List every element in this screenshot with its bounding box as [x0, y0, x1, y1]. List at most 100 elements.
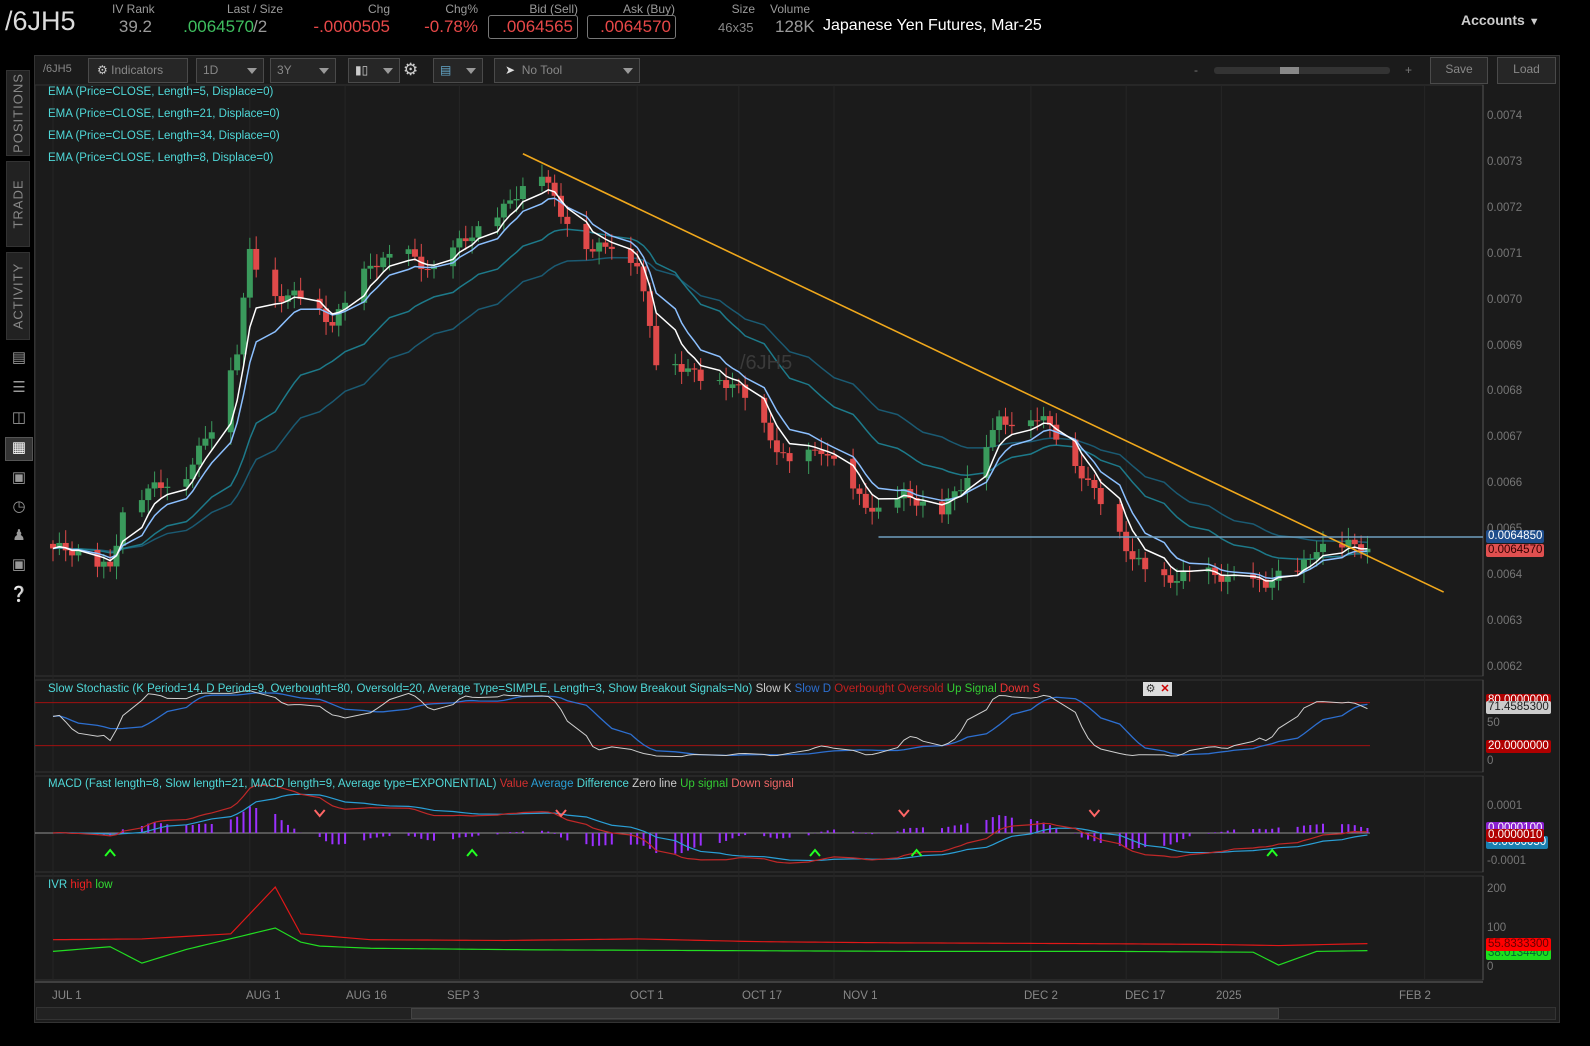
period-dropdown[interactable]: 3Y	[270, 58, 336, 83]
date-tick: OCT 1	[630, 990, 664, 1002]
macd-title: MACD (Fast length=8, Slow length=21, MAC…	[48, 778, 497, 790]
horizontal-scrollbar[interactable]	[36, 1007, 1556, 1020]
chart-style-dropdown[interactable]: ▮▯	[348, 58, 400, 83]
grid-icon[interactable]: ▣	[9, 468, 29, 488]
calendar-icon[interactable]: ▣	[9, 555, 29, 575]
load-button[interactable]: Load	[1497, 57, 1556, 84]
zoom-slider[interactable]	[1214, 67, 1390, 74]
legend-down-signal: Down signal	[731, 778, 794, 790]
history-icon[interactable]: ◷	[9, 497, 29, 517]
legend-overbought: Overbought	[834, 683, 895, 695]
watchlist-icon[interactable]: ☰	[9, 378, 29, 398]
macd-legend[interactable]: MACD (Fast length=8, Slow length=21, MAC…	[48, 778, 794, 790]
community-icon[interactable]: ♟	[9, 526, 29, 546]
ivr-high-tag: 55.8333300	[1486, 938, 1551, 951]
legend-zero-line: Zero line	[632, 778, 677, 790]
tv-icon[interactable]: ◫	[9, 408, 29, 428]
help-icon[interactable]: ❔	[9, 585, 29, 605]
date-tick: NOV 1	[843, 990, 878, 1002]
date-tick: SEP 3	[447, 990, 480, 1002]
toolbar-symbol: /6JH5	[43, 63, 72, 75]
ivr-tick-200: 200	[1487, 883, 1507, 895]
legend-low: low	[95, 879, 113, 891]
ema21-legend[interactable]: EMA (Price=CLOSE, Length=21, Displace=0)	[48, 108, 280, 120]
tab-positions[interactable]: POSITIONS	[6, 70, 30, 156]
gear-icon[interactable]: ⚙	[1143, 682, 1158, 696]
chart-container[interactable]	[34, 55, 1560, 1023]
legend-average: Average	[530, 778, 574, 790]
price-tick: 0.0072	[1487, 201, 1523, 214]
date-tick: AUG 16	[346, 990, 387, 1002]
size-label: Size	[731, 2, 755, 16]
price-tick: 0.0069	[1487, 339, 1523, 352]
legend-up-signal: Up Signal	[946, 683, 997, 695]
date-tick: FEB 2	[1399, 990, 1431, 1002]
chevron-down-icon	[247, 68, 257, 74]
ivr-tick-0: 0	[1487, 961, 1494, 973]
close-icon[interactable]: ✕	[1158, 682, 1172, 696]
drawing-set-dropdown[interactable]: ▤	[433, 58, 483, 83]
aggregation-value: 1D	[203, 63, 219, 77]
legend-high: high	[70, 879, 93, 891]
legend-difference: Difference	[576, 778, 629, 790]
macd-tick-pos: 0.0001	[1487, 800, 1523, 812]
ivr-legend[interactable]: IVR high low	[48, 879, 113, 891]
legend-down-signal: Down S	[999, 683, 1041, 695]
scrollbar-thumb[interactable]	[411, 1008, 1279, 1019]
chevron-down-icon	[466, 68, 476, 74]
chg-pct-value: -0.78%	[424, 17, 478, 36]
price-tick: 0.0067	[1487, 431, 1523, 444]
chevron-down-icon	[383, 68, 393, 74]
last-price-tag: 0.0064570	[1486, 544, 1545, 557]
bid-label: Bid (Sell)	[529, 2, 578, 16]
drawing-icon: ▤	[440, 63, 452, 77]
accounts-menu[interactable]: Accounts ▼	[1461, 12, 1540, 28]
chevron-down-icon	[319, 68, 329, 74]
zoom-slider-thumb[interactable]	[1280, 67, 1299, 74]
date-tick: DEC 17	[1125, 990, 1166, 1002]
ask-button[interactable]: .0064570	[587, 15, 676, 39]
slow-k-tag: 71.4585300	[1486, 701, 1551, 714]
save-button[interactable]: Save	[1430, 57, 1488, 84]
chart-icon[interactable]: ▦	[5, 437, 33, 461]
candle-style-icon: ▮▯	[355, 63, 369, 77]
last-size: /2	[253, 17, 268, 36]
tab-trade[interactable]: TRADE	[6, 161, 30, 247]
chg-pct-label: Chg%	[445, 2, 478, 16]
ema8-legend[interactable]: EMA (Price=CLOSE, Length=8, Displace=0)	[48, 152, 273, 164]
chg-value: -.0000505	[313, 17, 390, 36]
legend-up-signal: Up signal	[680, 778, 729, 790]
chg-label: Chg	[367, 2, 390, 16]
legend-slow-d: Slow D	[794, 683, 832, 695]
tab-activity[interactable]: ACTIVITY	[6, 252, 30, 340]
indicators-icon: ⚙	[97, 63, 108, 77]
tool-value: No Tool	[521, 63, 563, 77]
chevron-down-icon: ▼	[1528, 16, 1540, 28]
indicators-button[interactable]: ⚙ Indicators	[88, 58, 188, 83]
news-icon[interactable]: ▤	[9, 348, 29, 368]
aggregation-dropdown[interactable]: 1D	[196, 58, 264, 83]
gear-icon[interactable]: ⚙	[403, 60, 418, 80]
stoch-tick-0: 0	[1487, 755, 1494, 767]
tab-trade-label: TRADE	[10, 179, 26, 229]
price-tick: 0.0066	[1487, 477, 1523, 490]
ema34-legend[interactable]: EMA (Price=CLOSE, Length=34, Displace=0)	[48, 130, 280, 142]
macd-tick-neg: -0.0001	[1487, 855, 1527, 867]
bid-button[interactable]: .0064565	[488, 15, 578, 39]
indicators-label: Indicators	[111, 63, 164, 77]
zoom-in-button[interactable]: +	[1405, 63, 1412, 77]
cursor-icon: ➤	[505, 63, 516, 77]
ema5-legend[interactable]: EMA (Price=CLOSE, Length=5, Displace=0)	[48, 86, 273, 98]
date-tick: 2025	[1216, 990, 1242, 1002]
accounts-label: Accounts	[1461, 12, 1525, 28]
ask-label: Ask (Buy)	[622, 2, 675, 16]
size-value: 46x35	[718, 20, 754, 35]
date-tick: OCT 17	[742, 990, 783, 1002]
stochastic-legend[interactable]: Slow Stochastic (K Period=14, D Period=9…	[48, 683, 1040, 695]
iv-rank-label: IV Rank	[112, 2, 155, 16]
date-tick: JUL 1	[52, 990, 82, 1002]
tool-dropdown[interactable]: ➤ No Tool	[494, 58, 640, 83]
price-tick: 0.0063	[1487, 614, 1523, 627]
price-tick: 0.0070	[1487, 293, 1523, 306]
zoom-out-button[interactable]: -	[1194, 63, 1198, 77]
